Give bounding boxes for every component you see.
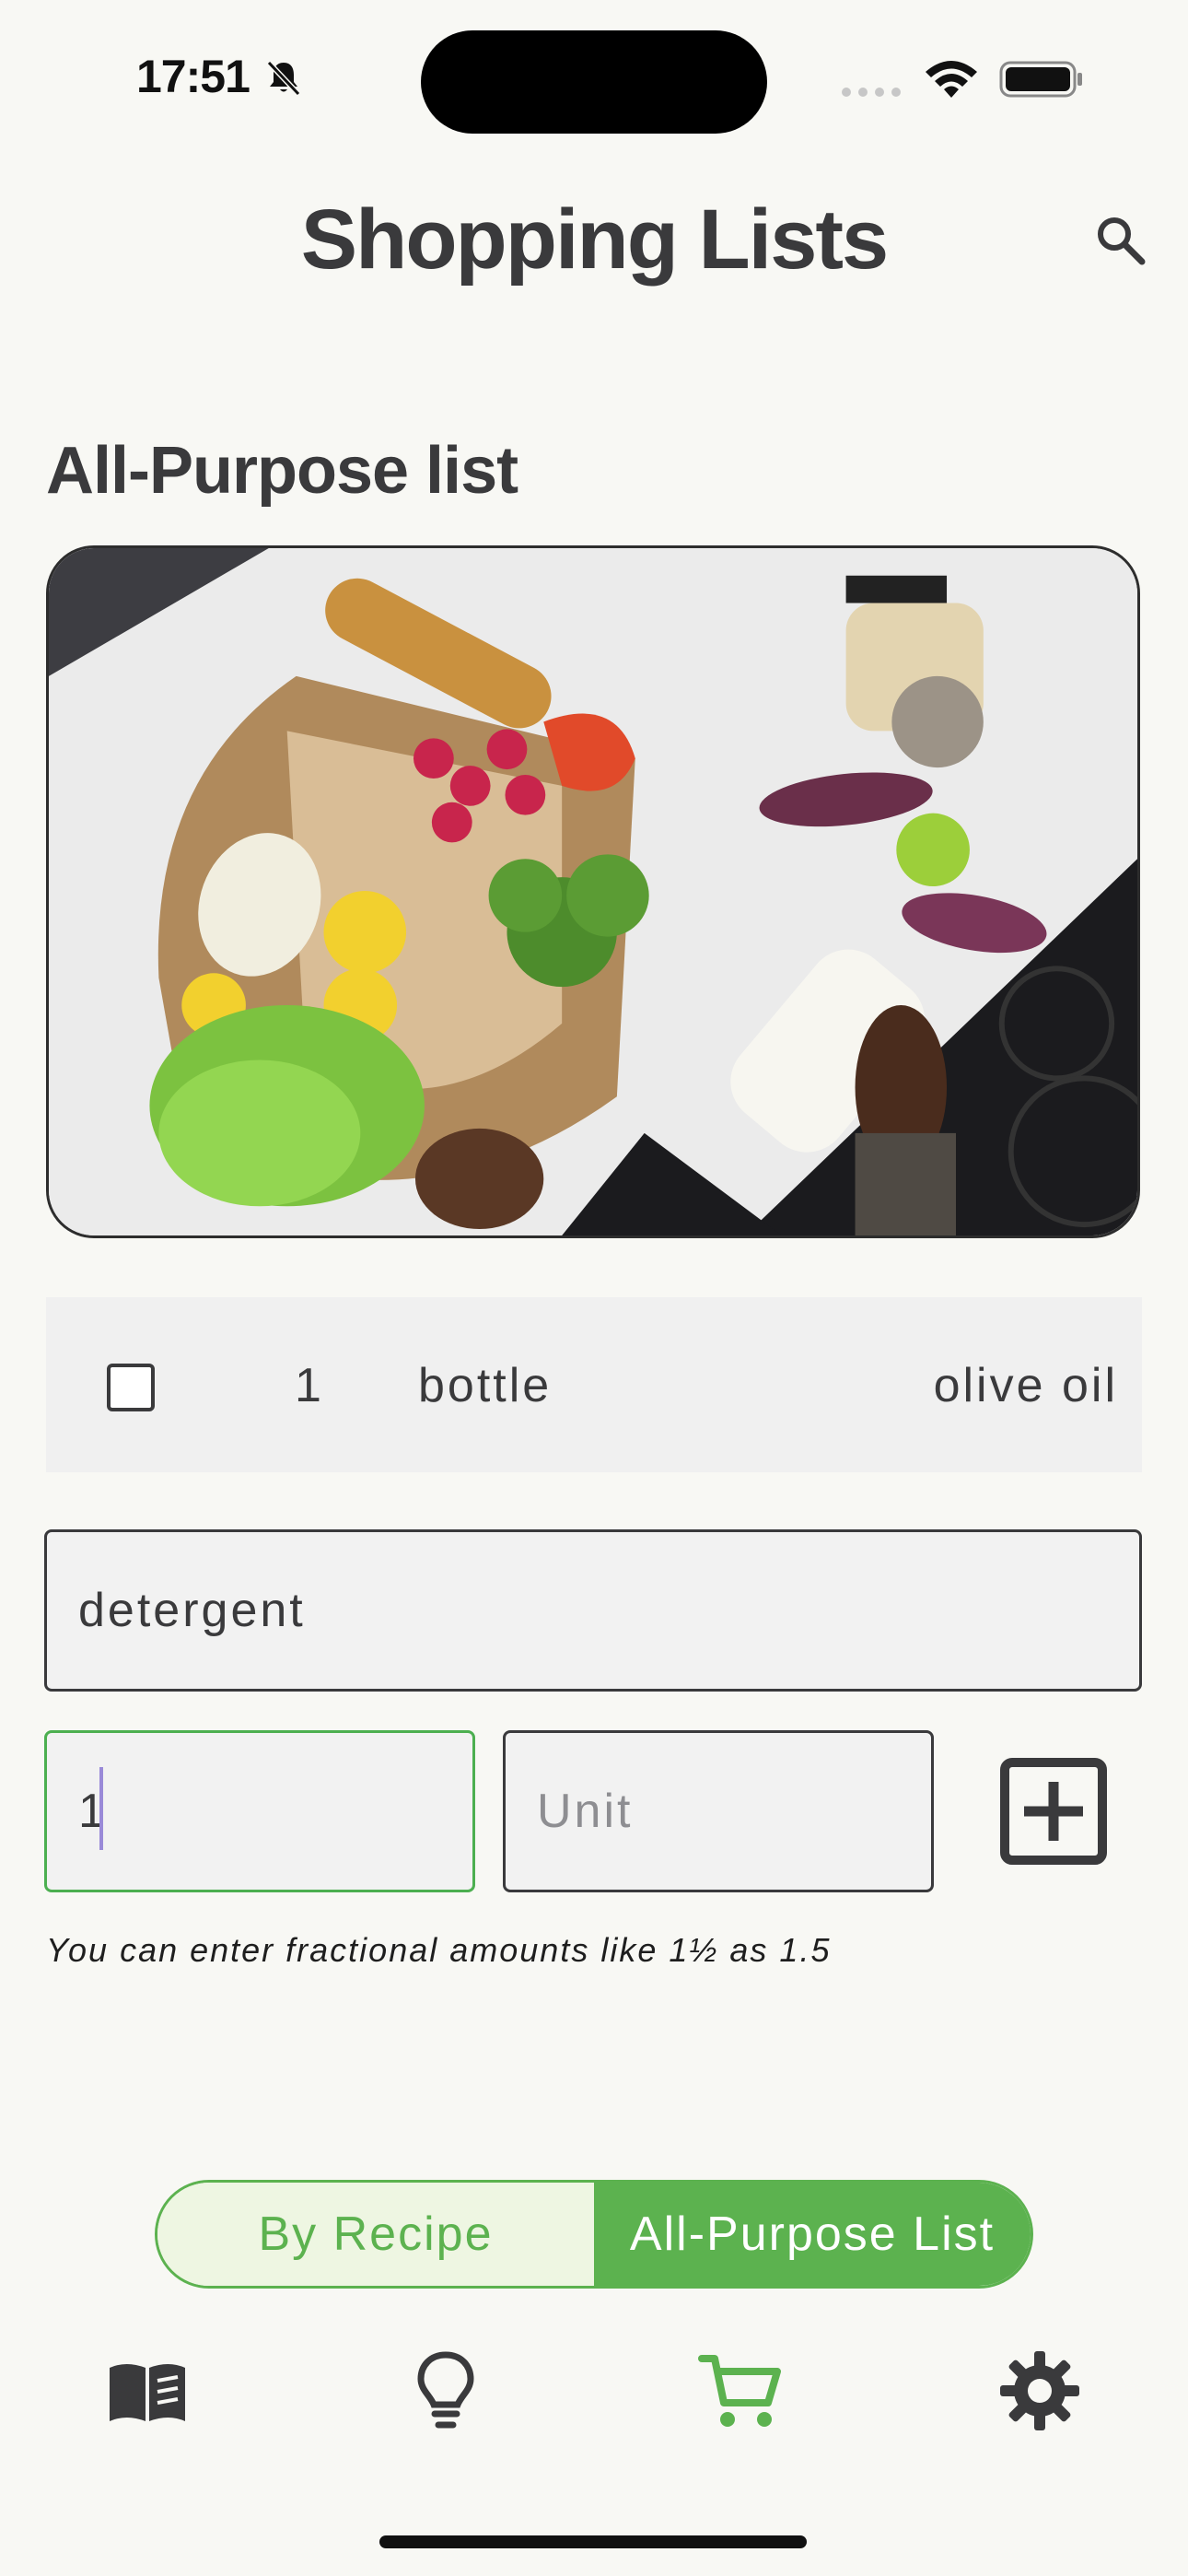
list-item[interactable]: 1 bottle olive oil: [46, 1297, 1142, 1472]
page-title: Shopping Lists: [300, 193, 889, 287]
lightbulb-icon[interactable]: [404, 2349, 487, 2432]
quantity-input[interactable]: [44, 1730, 475, 1892]
book-icon[interactable]: [106, 2349, 189, 2432]
item-unit: bottle: [418, 1359, 553, 1412]
status-time: 17:51: [136, 51, 250, 102]
battery-icon: [999, 61, 1082, 98]
add-item-button[interactable]: [1000, 1758, 1107, 1865]
gear-icon[interactable]: [998, 2349, 1081, 2432]
text-cursor: [99, 1767, 103, 1850]
cart-icon[interactable]: [698, 2349, 781, 2432]
bell-muted-icon: [266, 60, 301, 97]
unit-input[interactable]: [503, 1730, 934, 1892]
dynamic-island: [421, 30, 767, 134]
item-checkbox[interactable]: [107, 1364, 155, 1411]
wifi-icon: [926, 61, 977, 98]
list-title: All-Purpose list: [46, 434, 518, 508]
item-name: olive oil: [933, 1359, 1118, 1412]
fraction-hint: You can enter fractional amounts like 1½…: [46, 1931, 832, 1969]
segment-by-recipe[interactable]: By Recipe: [157, 2183, 594, 2286]
list-hero-image: [46, 545, 1140, 1238]
cellular-signal-icon: [842, 88, 901, 97]
home-indicator[interactable]: [379, 2535, 807, 2548]
search-icon[interactable]: [1092, 212, 1147, 267]
list-mode-segmented-control: By Recipe All-Purpose List: [155, 2180, 1033, 2289]
segment-all-purpose-list[interactable]: All-Purpose List: [594, 2183, 1031, 2286]
item-name-input[interactable]: [44, 1529, 1142, 1692]
item-quantity: 1: [295, 1359, 323, 1412]
